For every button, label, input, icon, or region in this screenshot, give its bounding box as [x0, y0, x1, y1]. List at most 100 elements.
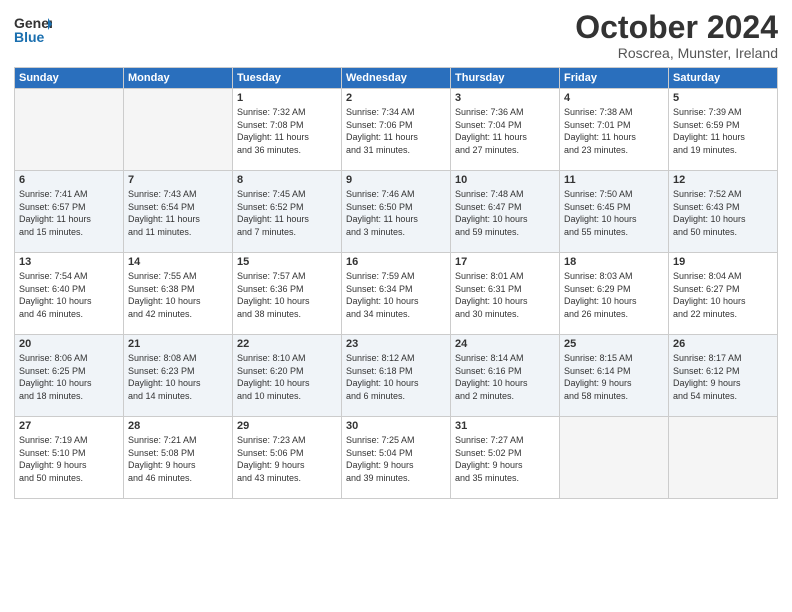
table-row: 31 Sunrise: 7:27 AM Sunset: 5:02 PM Dayli… [451, 417, 560, 499]
day-number: 7 [128, 174, 228, 186]
table-row: 6 Sunrise: 7:41 AM Sunset: 6:57 PM Daylig… [15, 171, 124, 253]
col-friday: Friday [560, 68, 669, 89]
day-number: 16 [346, 256, 446, 268]
table-row: 19 Sunrise: 8:04 AM Sunset: 6:27 PM Dayli… [669, 253, 778, 335]
day-number: 19 [673, 256, 773, 268]
day-info: Sunrise: 7:19 AM Sunset: 5:10 PM Dayligh… [19, 434, 119, 484]
logo-icon: General Blue [14, 10, 52, 50]
day-number: 5 [673, 92, 773, 104]
col-tuesday: Tuesday [233, 68, 342, 89]
day-number: 23 [346, 338, 446, 350]
table-row: 25Sunrise: 8:15 AM Sunset: 6:14 PM Dayli… [560, 335, 669, 417]
day-info: Sunrise: 7:48 AM Sunset: 6:47 PM Dayligh… [455, 188, 555, 238]
day-number: 17 [455, 256, 555, 268]
day-info: Sunrise: 7:55 AM Sunset: 6:38 PM Dayligh… [128, 270, 228, 320]
day-number: 15 [237, 256, 337, 268]
title-block: October 2024 Roscrea, Munster, Ireland [575, 10, 778, 61]
table-row [124, 89, 233, 171]
day-info: Sunrise: 8:12 AM Sunset: 6:18 PM Dayligh… [346, 352, 446, 402]
day-info: Sunrise: 8:14 AM Sunset: 6:16 PM Dayligh… [455, 352, 555, 402]
day-info: Sunrise: 8:06 AM Sunset: 6:25 PM Dayligh… [19, 352, 119, 402]
day-info: Sunrise: 7:41 AM Sunset: 6:57 PM Dayligh… [19, 188, 119, 238]
calendar-week-row: 27 Sunrise: 7:19 AM Sunset: 5:10 PM Dayli… [15, 417, 778, 499]
table-row: 18 Sunrise: 8:03 AM Sunset: 6:29 PM Dayli… [560, 253, 669, 335]
day-info: Sunrise: 8:08 AM Sunset: 6:23 PM Dayligh… [128, 352, 228, 402]
table-row: 28Sunrise: 7:21 AM Sunset: 5:08 PM Dayli… [124, 417, 233, 499]
table-row: 22Sunrise: 8:10 AM Sunset: 6:20 PM Dayli… [233, 335, 342, 417]
day-info: Sunrise: 7:54 AM Sunset: 6:40 PM Dayligh… [19, 270, 119, 320]
day-number: 8 [237, 174, 337, 186]
header: General Blue October 2024 Roscrea, Munst… [14, 10, 778, 61]
day-info: Sunrise: 7:27 AM Sunset: 5:02 PM Dayligh… [455, 434, 555, 484]
table-row: 14Sunrise: 7:55 AM Sunset: 6:38 PM Dayli… [124, 253, 233, 335]
table-row: 27 Sunrise: 7:19 AM Sunset: 5:10 PM Dayli… [15, 417, 124, 499]
day-number: 26 [673, 338, 773, 350]
day-info: Sunrise: 7:45 AM Sunset: 6:52 PM Dayligh… [237, 188, 337, 238]
calendar-week-row: 20 Sunrise: 8:06 AM Sunset: 6:25 PM Dayli… [15, 335, 778, 417]
day-number: 13 [19, 256, 119, 268]
day-number: 21 [128, 338, 228, 350]
day-info: Sunrise: 7:59 AM Sunset: 6:34 PM Dayligh… [346, 270, 446, 320]
day-info: Sunrise: 7:36 AM Sunset: 7:04 PM Dayligh… [455, 106, 555, 156]
table-row: 15Sunrise: 7:57 AM Sunset: 6:36 PM Dayli… [233, 253, 342, 335]
day-info: Sunrise: 7:32 AM Sunset: 7:08 PM Dayligh… [237, 106, 337, 156]
table-row: 17 Sunrise: 8:01 AM Sunset: 6:31 PM Dayli… [451, 253, 560, 335]
logo: General Blue [14, 10, 52, 55]
location-subtitle: Roscrea, Munster, Ireland [575, 45, 778, 61]
day-info: Sunrise: 8:03 AM Sunset: 6:29 PM Dayligh… [564, 270, 664, 320]
day-info: Sunrise: 8:01 AM Sunset: 6:31 PM Dayligh… [455, 270, 555, 320]
table-row: 26 Sunrise: 8:17 AM Sunset: 6:12 PM Dayli… [669, 335, 778, 417]
day-number: 20 [19, 338, 119, 350]
table-row: 9 Sunrise: 7:46 AM Sunset: 6:50 PM Daylig… [342, 171, 451, 253]
table-row: 29 Sunrise: 7:23 AM Sunset: 5:06 PM Dayli… [233, 417, 342, 499]
calendar-table: Sunday Monday Tuesday Wednesday Thursday… [14, 67, 778, 499]
svg-text:Blue: Blue [14, 29, 45, 45]
table-row: 10 Sunrise: 7:48 AM Sunset: 6:47 PM Dayli… [451, 171, 560, 253]
table-row: 2 Sunrise: 7:34 AM Sunset: 7:06 PM Daylig… [342, 89, 451, 171]
table-row [15, 89, 124, 171]
table-row: 4Sunrise: 7:38 AM Sunset: 7:01 PM Daylig… [560, 89, 669, 171]
calendar-week-row: 6 Sunrise: 7:41 AM Sunset: 6:57 PM Daylig… [15, 171, 778, 253]
day-info: Sunrise: 7:50 AM Sunset: 6:45 PM Dayligh… [564, 188, 664, 238]
col-wednesday: Wednesday [342, 68, 451, 89]
day-info: Sunrise: 7:23 AM Sunset: 5:06 PM Dayligh… [237, 434, 337, 484]
day-number: 31 [455, 420, 555, 432]
day-info: Sunrise: 7:34 AM Sunset: 7:06 PM Dayligh… [346, 106, 446, 156]
day-info: Sunrise: 7:46 AM Sunset: 6:50 PM Dayligh… [346, 188, 446, 238]
table-row: 16 Sunrise: 7:59 AM Sunset: 6:34 PM Dayli… [342, 253, 451, 335]
day-info: Sunrise: 8:04 AM Sunset: 6:27 PM Dayligh… [673, 270, 773, 320]
table-row: 23 Sunrise: 8:12 AM Sunset: 6:18 PM Dayli… [342, 335, 451, 417]
table-row: 7Sunrise: 7:43 AM Sunset: 6:54 PM Daylig… [124, 171, 233, 253]
calendar-week-row: 1 Sunrise: 7:32 AM Sunset: 7:08 PM Daylig… [15, 89, 778, 171]
table-row: 5Sunrise: 7:39 AM Sunset: 6:59 PM Daylig… [669, 89, 778, 171]
day-number: 27 [19, 420, 119, 432]
day-info: Sunrise: 7:38 AM Sunset: 7:01 PM Dayligh… [564, 106, 664, 156]
day-number: 2 [346, 92, 446, 104]
header-row: Sunday Monday Tuesday Wednesday Thursday… [15, 68, 778, 89]
col-monday: Monday [124, 68, 233, 89]
col-sunday: Sunday [15, 68, 124, 89]
day-number: 11 [564, 174, 664, 186]
day-number: 1 [237, 92, 337, 104]
month-title: October 2024 [575, 10, 778, 45]
day-info: Sunrise: 8:17 AM Sunset: 6:12 PM Dayligh… [673, 352, 773, 402]
day-info: Sunrise: 7:21 AM Sunset: 5:08 PM Dayligh… [128, 434, 228, 484]
day-info: Sunrise: 7:25 AM Sunset: 5:04 PM Dayligh… [346, 434, 446, 484]
day-number: 18 [564, 256, 664, 268]
day-number: 9 [346, 174, 446, 186]
col-thursday: Thursday [451, 68, 560, 89]
calendar-week-row: 13 Sunrise: 7:54 AM Sunset: 6:40 PM Dayli… [15, 253, 778, 335]
table-row: 11 Sunrise: 7:50 AM Sunset: 6:45 PM Dayli… [560, 171, 669, 253]
day-number: 6 [19, 174, 119, 186]
table-row: 12Sunrise: 7:52 AM Sunset: 6:43 PM Dayli… [669, 171, 778, 253]
table-row: 24Sunrise: 8:14 AM Sunset: 6:16 PM Dayli… [451, 335, 560, 417]
table-row: 3Sunrise: 7:36 AM Sunset: 7:04 PM Daylig… [451, 89, 560, 171]
day-number: 10 [455, 174, 555, 186]
table-row: 1 Sunrise: 7:32 AM Sunset: 7:08 PM Daylig… [233, 89, 342, 171]
table-row [669, 417, 778, 499]
day-info: Sunrise: 8:10 AM Sunset: 6:20 PM Dayligh… [237, 352, 337, 402]
day-info: Sunrise: 7:52 AM Sunset: 6:43 PM Dayligh… [673, 188, 773, 238]
col-saturday: Saturday [669, 68, 778, 89]
day-number: 29 [237, 420, 337, 432]
day-number: 25 [564, 338, 664, 350]
